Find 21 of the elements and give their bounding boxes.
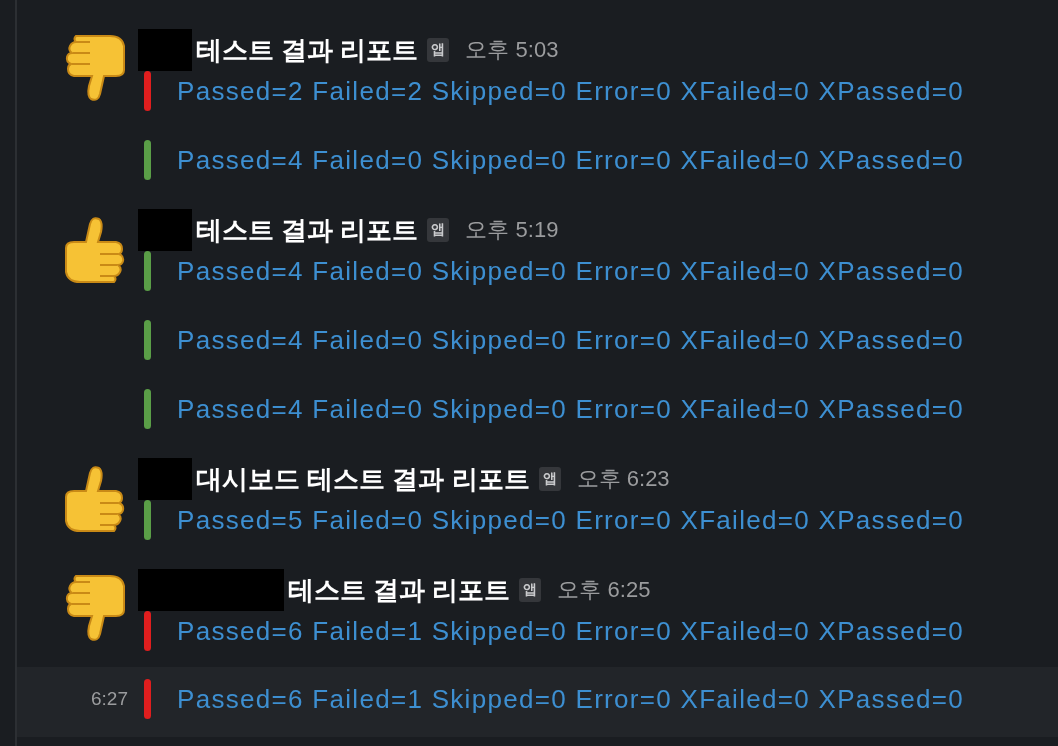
message-time: 6:27 [91,687,129,711]
app-name[interactable]: 테스트 결과 리포트 [196,32,419,68]
app-badge: 앱 [519,578,542,602]
result-link[interactable]: Passed=5 Failed=0 Skipped=0 Error=0 XFailed=0 XPassed=0 [177,504,964,536]
app-name[interactable]: 대시보드 테스트 결과 리포트 [196,461,530,497]
result-link[interactable]: Passed=4 Failed=0 Skipped=0 Error=0 XFailed=0 XPassed=0 [177,393,964,425]
result-link[interactable]: Passed=6 Failed=1 Skipped=0 Error=0 XFailed=0 XPassed=0 [177,615,964,647]
result-link[interactable]: Passed=4 Failed=0 Skipped=0 Error=0 XFailed=0 XPassed=0 [177,144,964,176]
result-link[interactable]: Passed=2 Failed=2 Skipped=0 Error=0 XFailed=0 XPassed=0 [177,75,964,107]
result-link[interactable]: Passed=4 Failed=0 Skipped=0 Error=0 XFailed=0 XPassed=0 [177,324,964,356]
app-badge: 앱 [427,38,450,62]
app-badge: 앱 [427,218,450,242]
message-time[interactable]: 오후 6:23 [576,464,670,494]
result-link[interactable]: Passed=4 Failed=0 Skipped=0 Error=0 XFailed=0 XPassed=0 [177,255,964,287]
message-time[interactable]: 오후 5:19 [465,215,559,245]
app-name[interactable]: 테스트 결과 리포트 [196,212,419,248]
message-time[interactable]: 오후 5:03 [465,35,559,65]
result-link[interactable]: Passed=6 Failed=1 Skipped=0 Error=0 XFailed=0 XPassed=0 [177,683,964,715]
message-time[interactable]: 오후 6:25 [557,575,651,605]
app-name[interactable]: 테스트 결과 리포트 [288,572,511,608]
app-badge: 앱 [538,467,561,491]
